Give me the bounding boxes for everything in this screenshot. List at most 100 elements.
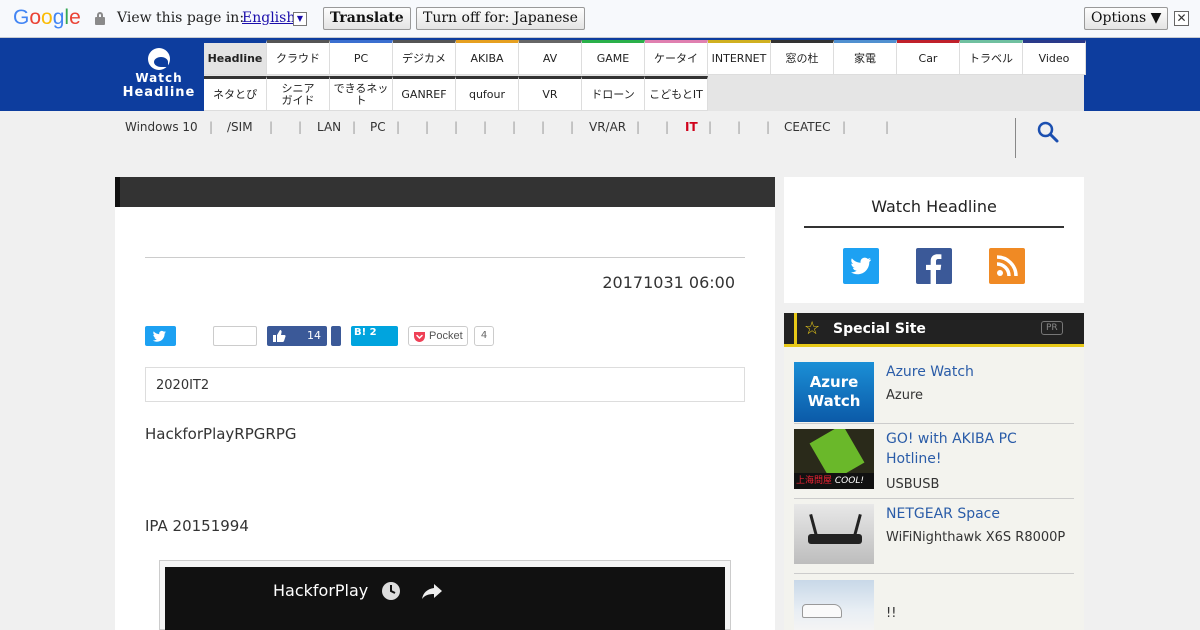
subnav-separator: | bbox=[352, 120, 357, 134]
thumbnail-text: Watch bbox=[807, 392, 861, 410]
subnav-item[interactable]: CEATEC bbox=[784, 120, 831, 134]
subnav-separator: | bbox=[209, 120, 214, 134]
facebook-like-count: 14 bbox=[307, 329, 321, 342]
nav-tab[interactable]: できるネット bbox=[330, 76, 393, 111]
subnav-separator: | bbox=[708, 120, 713, 134]
google-logo: Google bbox=[13, 6, 81, 29]
twitter-share-button[interactable] bbox=[145, 326, 176, 346]
logo-text-line1: Watch bbox=[135, 71, 183, 85]
car-thumbnail bbox=[794, 580, 874, 630]
nav-tab[interactable]: INTERNET bbox=[708, 40, 771, 75]
nav-tab[interactable]: こどもとIT bbox=[645, 76, 708, 111]
video-title: HackforPlay bbox=[273, 581, 369, 600]
special-site-item[interactable]: Azure Watch Azure Watch Azure bbox=[794, 362, 1074, 424]
special-site-title: Special Site bbox=[833, 321, 926, 337]
special-site-name[interactable]: NETGEAR Space bbox=[886, 504, 1072, 524]
special-site-name[interactable]: GO! with AKIBA PC Hotline! bbox=[886, 429, 1072, 469]
netgear-router-thumbnail bbox=[794, 504, 874, 564]
subnav-item[interactable]: /SIM bbox=[227, 120, 253, 134]
thumbnail-text: Azure bbox=[809, 373, 859, 391]
nav-tab[interactable]: トラベル bbox=[960, 40, 1023, 75]
twitter-icon bbox=[152, 330, 166, 342]
special-site-item[interactable]: NETGEAR Space WiFiNighthawk X6S R8000P bbox=[794, 504, 1074, 574]
hatena-bookmark-button[interactable]: B! 2 bbox=[351, 326, 398, 346]
article-date: 20171031 06:00 bbox=[602, 273, 735, 292]
special-site-desc: USBUSB bbox=[886, 477, 940, 492]
subnav-item[interactable]: VR/AR bbox=[589, 120, 626, 134]
nav-tab[interactable]: クラウド bbox=[267, 40, 330, 75]
sidebar-social: Watch Headline bbox=[784, 177, 1084, 303]
nav-tab[interactable]: 窓の杜 bbox=[771, 40, 834, 75]
subnav-separator: | bbox=[454, 120, 459, 134]
nav-tab[interactable]: ネタとぴ bbox=[204, 76, 267, 111]
article-paragraph: IPA 20151994 bbox=[145, 517, 249, 535]
language-select[interactable]: English bbox=[242, 10, 295, 26]
site-logo[interactable]: Watch Headline bbox=[116, 38, 202, 111]
search-icon[interactable] bbox=[1036, 120, 1060, 144]
sidebar-special-sites: ☆ Special Site PR Azure Watch Azure Watc… bbox=[784, 313, 1084, 630]
special-site-desc: !! bbox=[886, 606, 897, 621]
pr-badge: PR bbox=[1041, 321, 1063, 335]
turn-off-button[interactable]: Turn off for: Japanese bbox=[416, 7, 585, 30]
chevron-down-icon[interactable]: ▼ bbox=[293, 12, 307, 26]
facebook-like-button[interactable]: 14 bbox=[267, 326, 327, 346]
facebook-follow-button[interactable] bbox=[916, 248, 952, 284]
nav-tab[interactable]: Headline bbox=[204, 40, 267, 75]
router-antenna bbox=[853, 513, 862, 537]
subnav-separator: | bbox=[665, 120, 670, 134]
subnav-item-highlight[interactable]: IT bbox=[685, 120, 698, 134]
translate-button[interactable]: Translate bbox=[323, 7, 411, 30]
watch-later-icon[interactable] bbox=[381, 581, 401, 601]
rss-icon bbox=[996, 255, 1018, 277]
nav-tab[interactable]: AV bbox=[519, 40, 582, 75]
nav-tab[interactable]: GANREF bbox=[393, 76, 456, 111]
video-embed[interactable]: HackforPlay bbox=[159, 560, 731, 630]
pocket-button[interactable]: Pocket bbox=[408, 326, 468, 346]
nav-tab[interactable]: Car bbox=[897, 40, 960, 75]
special-site-name[interactable]: Azure Watch bbox=[886, 362, 1072, 382]
article-paragraph: HackforPlayRPGRPG bbox=[145, 425, 297, 443]
subnav-separator: | bbox=[483, 120, 488, 134]
rss-feed-button[interactable] bbox=[989, 248, 1025, 284]
nav-tab[interactable]: デジカメ bbox=[393, 40, 456, 75]
nav-tab[interactable]: 家電 bbox=[834, 40, 897, 75]
car-shape bbox=[802, 604, 842, 618]
subnav-separator: | bbox=[766, 120, 771, 134]
article-lead: 2020IT2 bbox=[145, 367, 745, 402]
twitter-follow-button[interactable] bbox=[843, 248, 879, 284]
thumbnail-caption: 上海問屋 COOL! bbox=[794, 473, 874, 489]
thumbs-up-icon bbox=[273, 330, 286, 342]
special-site-item[interactable]: !! bbox=[794, 580, 1074, 630]
video-player[interactable]: HackforPlay bbox=[165, 567, 725, 630]
nav-tab[interactable]: AKIBA bbox=[456, 40, 519, 75]
subnav-item[interactable]: Windows 10 bbox=[125, 120, 198, 134]
translate-bar: Google View this page in: English ▼ Tran… bbox=[0, 0, 1200, 38]
subnav-separator: | bbox=[269, 120, 274, 134]
azure-watch-thumbnail: Azure Watch bbox=[794, 362, 874, 422]
star-icon: ☆ bbox=[804, 318, 821, 339]
nav-tab[interactable]: ドローン bbox=[582, 76, 645, 111]
nav-tab[interactable]: GAME bbox=[582, 40, 645, 75]
subnav-separator: | bbox=[512, 120, 517, 134]
share-icon[interactable] bbox=[421, 581, 443, 601]
subnav-separator: | bbox=[570, 120, 575, 134]
pocket-count: 4 bbox=[474, 326, 494, 346]
nav-tab[interactable]: qufour bbox=[456, 76, 519, 111]
subnav-item[interactable]: PC bbox=[370, 120, 386, 134]
close-icon[interactable]: ✕ bbox=[1174, 11, 1189, 26]
nav-tab[interactable]: PC bbox=[330, 40, 393, 75]
subnav-separator: | bbox=[636, 120, 641, 134]
subnav-separator: | bbox=[541, 120, 546, 134]
nav-tab[interactable]: VR bbox=[519, 76, 582, 111]
subnav-item[interactable]: LAN bbox=[317, 120, 341, 134]
nav-tab[interactable]: シニア ガイド bbox=[267, 76, 330, 111]
options-button[interactable]: Options ▼ bbox=[1084, 7, 1169, 30]
nav-tab[interactable]: Video bbox=[1023, 40, 1086, 75]
special-site-item[interactable]: 上海問屋 COOL! GO! with AKIBA PC Hotline! US… bbox=[794, 429, 1074, 499]
facebook-share-button[interactable] bbox=[331, 326, 341, 346]
subnav-separator: | bbox=[396, 120, 401, 134]
nav-tab[interactable]: ケータイ bbox=[645, 40, 708, 75]
subnav-separator: | bbox=[842, 120, 847, 134]
logo-text-line2: Headline bbox=[122, 85, 196, 100]
router-antenna bbox=[809, 513, 818, 537]
